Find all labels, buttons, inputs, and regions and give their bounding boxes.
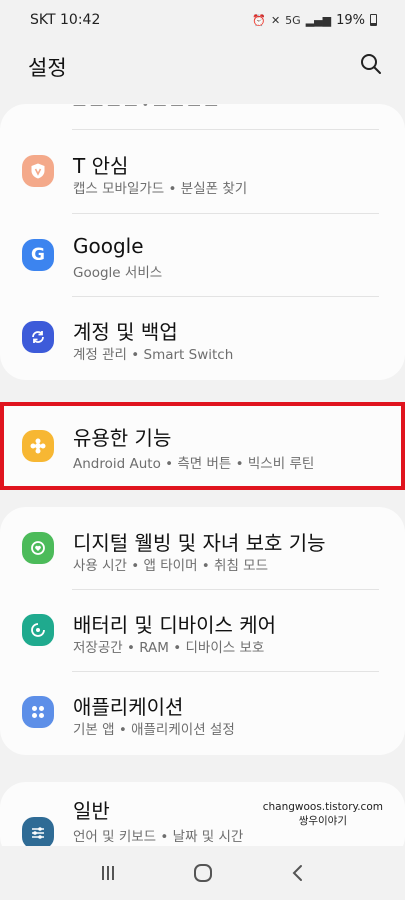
item-subtitle: 기본 앱 • 애플리케이션 설정 xyxy=(73,722,235,738)
item-subtitle: Android Auto • 측면 버튼 • 빅스비 루틴 xyxy=(73,456,315,472)
back-button[interactable] xyxy=(278,853,318,893)
settings-item-useful-features[interactable]: 유용한 기능 Android Auto • 측면 버튼 • 빅스비 루틴 xyxy=(0,402,405,490)
device-care-icon xyxy=(22,614,54,646)
battery-percent: 19% xyxy=(336,12,365,28)
search-button[interactable] xyxy=(357,50,385,78)
network-label: 5G xyxy=(285,13,301,27)
home-icon xyxy=(193,864,212,882)
carrier-label: SKT xyxy=(30,12,56,28)
clipped-previous-item: — — — — • — — — — xyxy=(73,104,218,113)
settings-item-digital-wellbeing[interactable]: 디지털 웰빙 및 자녀 보호 기능 사용 시간 • 앱 타이머 • 취침 모드 xyxy=(0,507,405,589)
apps-icon xyxy=(22,696,54,728)
watermark-caption: 쌍우이야기 xyxy=(298,815,348,827)
status-bar: SKT 10:42 ⏰ ✕ 5G ▂▄▆ 19% xyxy=(0,0,405,40)
watermark-url: changwoos.tistory.com xyxy=(262,801,383,813)
settings-item-battery-device-care[interactable]: 배터리 및 디바이스 케어 저장공간 • RAM • 디바이스 보호 xyxy=(0,589,405,671)
settings-item-google[interactable]: G Google Google 서비스 xyxy=(0,214,405,296)
settings-item-applications[interactable]: 애플리케이션 기본 앱 • 애플리케이션 설정 xyxy=(0,671,405,753)
item-title: 유용한 기능 xyxy=(73,426,172,450)
item-title: 계정 및 백업 xyxy=(73,320,178,344)
item-subtitle: 계정 관리 • Smart Switch xyxy=(73,347,234,363)
status-right: ⏰ ✕ 5G ▂▄▆ 19% xyxy=(252,13,377,28)
shield-icon xyxy=(22,155,54,187)
wellbeing-icon xyxy=(22,532,54,564)
item-subtitle: 저장공간 • RAM • 디바이스 보호 xyxy=(73,640,265,656)
navigation-bar xyxy=(0,846,405,900)
item-subtitle: Google 서비스 xyxy=(73,265,163,281)
item-title: 디지털 웰빙 및 자녀 보호 기능 xyxy=(73,531,326,555)
item-title: Google xyxy=(73,234,144,258)
item-subtitle: 언어 및 키보드 • 날짜 및 시간 xyxy=(73,829,244,845)
item-subtitle: 사용 시간 • 앱 타이머 • 취침 모드 xyxy=(73,558,269,574)
recent-apps-icon xyxy=(101,866,114,880)
item-title: 배터리 및 디바이스 케어 xyxy=(73,613,277,637)
settings-item-t-safety[interactable]: T 안심 캡스 모바일가드 • 분실폰 찾기 xyxy=(0,130,405,212)
search-icon xyxy=(361,54,381,74)
sync-icon xyxy=(22,321,54,353)
settings-group-1: — — — — • — — — — T 안심 캡스 모바일가드 • 분실폰 찾기… xyxy=(0,104,405,380)
signal-icon: ▂▄▆ xyxy=(305,13,332,27)
item-title: 일반 xyxy=(73,799,110,823)
clock: 10:42 xyxy=(60,12,101,28)
google-icon: G xyxy=(22,239,54,271)
header: 설정 xyxy=(0,48,405,88)
watermark: changwoos.tistory.com 쌍우이야기 xyxy=(263,800,383,828)
item-subtitle: 캡스 모바일가드 • 분실폰 찾기 xyxy=(73,181,248,197)
home-button[interactable] xyxy=(183,853,223,893)
alarm-icon: ⏰ xyxy=(252,13,266,27)
sliders-icon xyxy=(22,817,54,849)
page-title: 설정 xyxy=(28,56,67,80)
back-icon xyxy=(292,865,302,881)
recent-apps-button[interactable] xyxy=(88,853,128,893)
highlight-frame: 유용한 기능 Android Auto • 측면 버튼 • 빅스비 루틴 xyxy=(0,402,405,490)
mute-icon: ✕ xyxy=(270,13,281,27)
settings-group-2: 디지털 웰빙 및 자녀 보호 기능 사용 시간 • 앱 타이머 • 취침 모드 … xyxy=(0,507,405,755)
settings-item-accounts-backup[interactable]: 계정 및 백업 계정 관리 • Smart Switch xyxy=(0,296,405,378)
puzzle-icon xyxy=(22,430,54,462)
battery-icon xyxy=(370,14,377,26)
item-title: 애플리케이션 xyxy=(73,695,184,719)
status-left: SKT 10:42 xyxy=(30,12,100,28)
item-title: T 안심 xyxy=(73,154,129,178)
